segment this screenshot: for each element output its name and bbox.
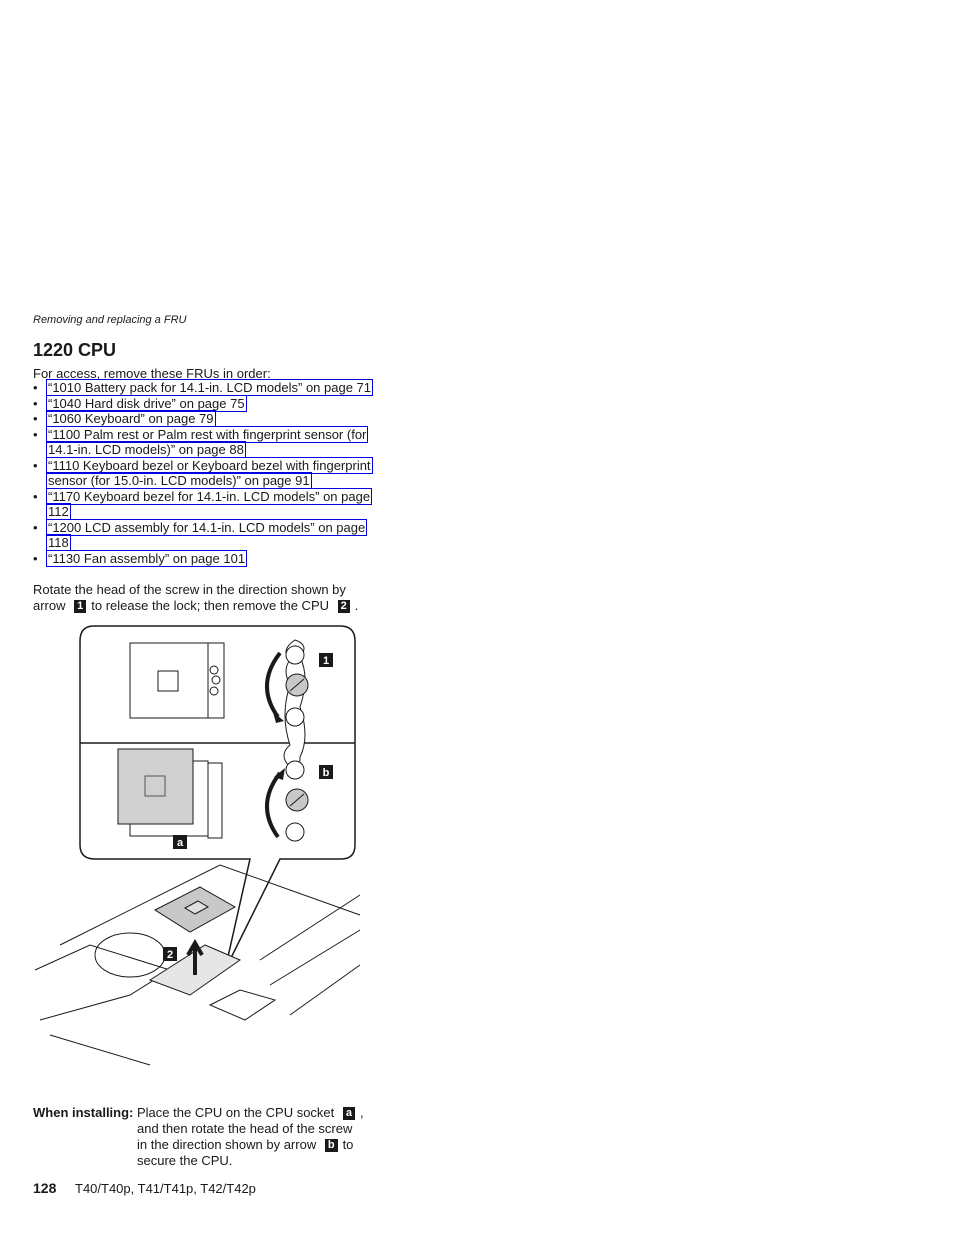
fru-link-line[interactable]: 14.1-in. LCD models)” on page 88: [46, 441, 246, 458]
step-text: .: [354, 598, 359, 613]
footer-models: T40/T40p, T41/T41p, T42/T42p: [75, 1181, 256, 1196]
bullet: •: [33, 457, 38, 473]
fru-list-item: • “1170 Keyboard bezel for 14.1-in. LCD m…: [33, 487, 373, 520]
step-text: to release the lock; then remove the CPU: [91, 598, 329, 613]
fru-link[interactable]: “1040 Hard disk drive” on page 75: [46, 394, 247, 412]
fru-list-item: • “1010 Battery pack for 14.1-in. LCD mod…: [33, 379, 374, 396]
callout-badge-a: a: [342, 1107, 356, 1120]
callout-badge-b: b: [324, 1139, 338, 1152]
callout-label-1: 1: [323, 655, 329, 667]
fru-link-line[interactable]: “1040 Hard disk drive” on page 75: [46, 394, 247, 412]
step-instruction: Rotate the head of the screw in the dire…: [33, 582, 368, 614]
fru-link-list: • “1010 Battery pack for 14.1-in. LCD mod…: [33, 379, 374, 567]
fru-link-line[interactable]: “1170 Keyboard bezel for 14.1-in. LCD mo…: [46, 487, 373, 505]
bullet: •: [33, 395, 38, 411]
callout-label-a: a: [177, 837, 184, 849]
fru-link[interactable]: “1100 Palm rest or Palm rest with finger…: [46, 425, 369, 458]
bullet: •: [33, 411, 38, 426]
running-header: Removing and replacing a FRU: [33, 314, 187, 326]
callout-badge-2: 2: [337, 600, 350, 613]
fru-link-line[interactable]: “1130 Fan assembly” on page 101: [46, 549, 248, 567]
fru-link[interactable]: “1110 Keyboard bezel or Keyboard bezel w…: [46, 456, 373, 489]
fru-link-line[interactable]: 118: [46, 534, 71, 551]
fru-link[interactable]: “1010 Battery pack for 14.1-in. LCD mode…: [46, 379, 374, 396]
fru-link[interactable]: “1200 LCD assembly for 14.1-in. LCD mode…: [46, 518, 368, 551]
bullet: •: [33, 488, 38, 504]
bullet: •: [33, 380, 38, 395]
fru-list-item: • “1040 Hard disk drive” on page 75: [33, 394, 373, 412]
bullet: •: [33, 519, 38, 535]
fru-link-line[interactable]: 112: [46, 503, 71, 520]
fru-link-line[interactable]: “1060 Keyboard” on page 79: [46, 410, 216, 427]
callout-label-b: b: [323, 767, 330, 779]
when-installing-label: When installing:: [33, 1105, 134, 1120]
cpu-chip: [153, 886, 237, 933]
fru-link-line[interactable]: “1200 LCD assembly for 14.1-in. LCD mode…: [46, 518, 368, 536]
page-number: 128: [33, 1180, 57, 1196]
fru-list-item: • “1130 Fan assembly” on page 101: [33, 549, 373, 567]
fru-link[interactable]: “1130 Fan assembly” on page 101: [46, 549, 248, 567]
bullet: •: [33, 426, 38, 442]
fru-list-item: • “1200 LCD assembly for 14.1-in. LCD mod…: [33, 518, 373, 551]
fru-link-line[interactable]: “1010 Battery pack for 14.1-in. LCD mode…: [46, 379, 374, 396]
fru-list-item: • “1100 Palm rest or Palm rest with finge…: [33, 425, 373, 458]
cpu-removal-illustration: 1 b a 2: [34, 625, 361, 1066]
fru-link-line[interactable]: sensor (for 15.0-in. LCD models)” on pag…: [46, 472, 312, 489]
callout-label-2: 2: [167, 949, 173, 961]
bullet: •: [33, 550, 38, 566]
when-installing-text: Place the CPU on the CPU socket a, and t…: [137, 1105, 365, 1169]
fru-link-line[interactable]: “1110 Keyboard bezel or Keyboard bezel w…: [46, 456, 373, 474]
fru-link-line[interactable]: “1100 Palm rest or Palm rest with finger…: [46, 425, 369, 443]
install-text: Place the CPU on the CPU socket: [137, 1105, 335, 1120]
callout-badge-1: 1: [74, 600, 87, 613]
cpu-on-socket: [117, 748, 223, 839]
fru-list-item: • “1060 Keyboard” on page 79: [33, 410, 373, 427]
section-title: 1220 CPU: [33, 340, 117, 360]
cpu-socket-top: [129, 642, 225, 719]
fru-link[interactable]: “1060 Keyboard” on page 79: [46, 410, 216, 427]
fru-link[interactable]: “1170 Keyboard bezel for 14.1-in. LCD mo…: [46, 487, 373, 520]
fru-list-item: • “1110 Keyboard bezel or Keyboard bezel …: [33, 456, 373, 489]
